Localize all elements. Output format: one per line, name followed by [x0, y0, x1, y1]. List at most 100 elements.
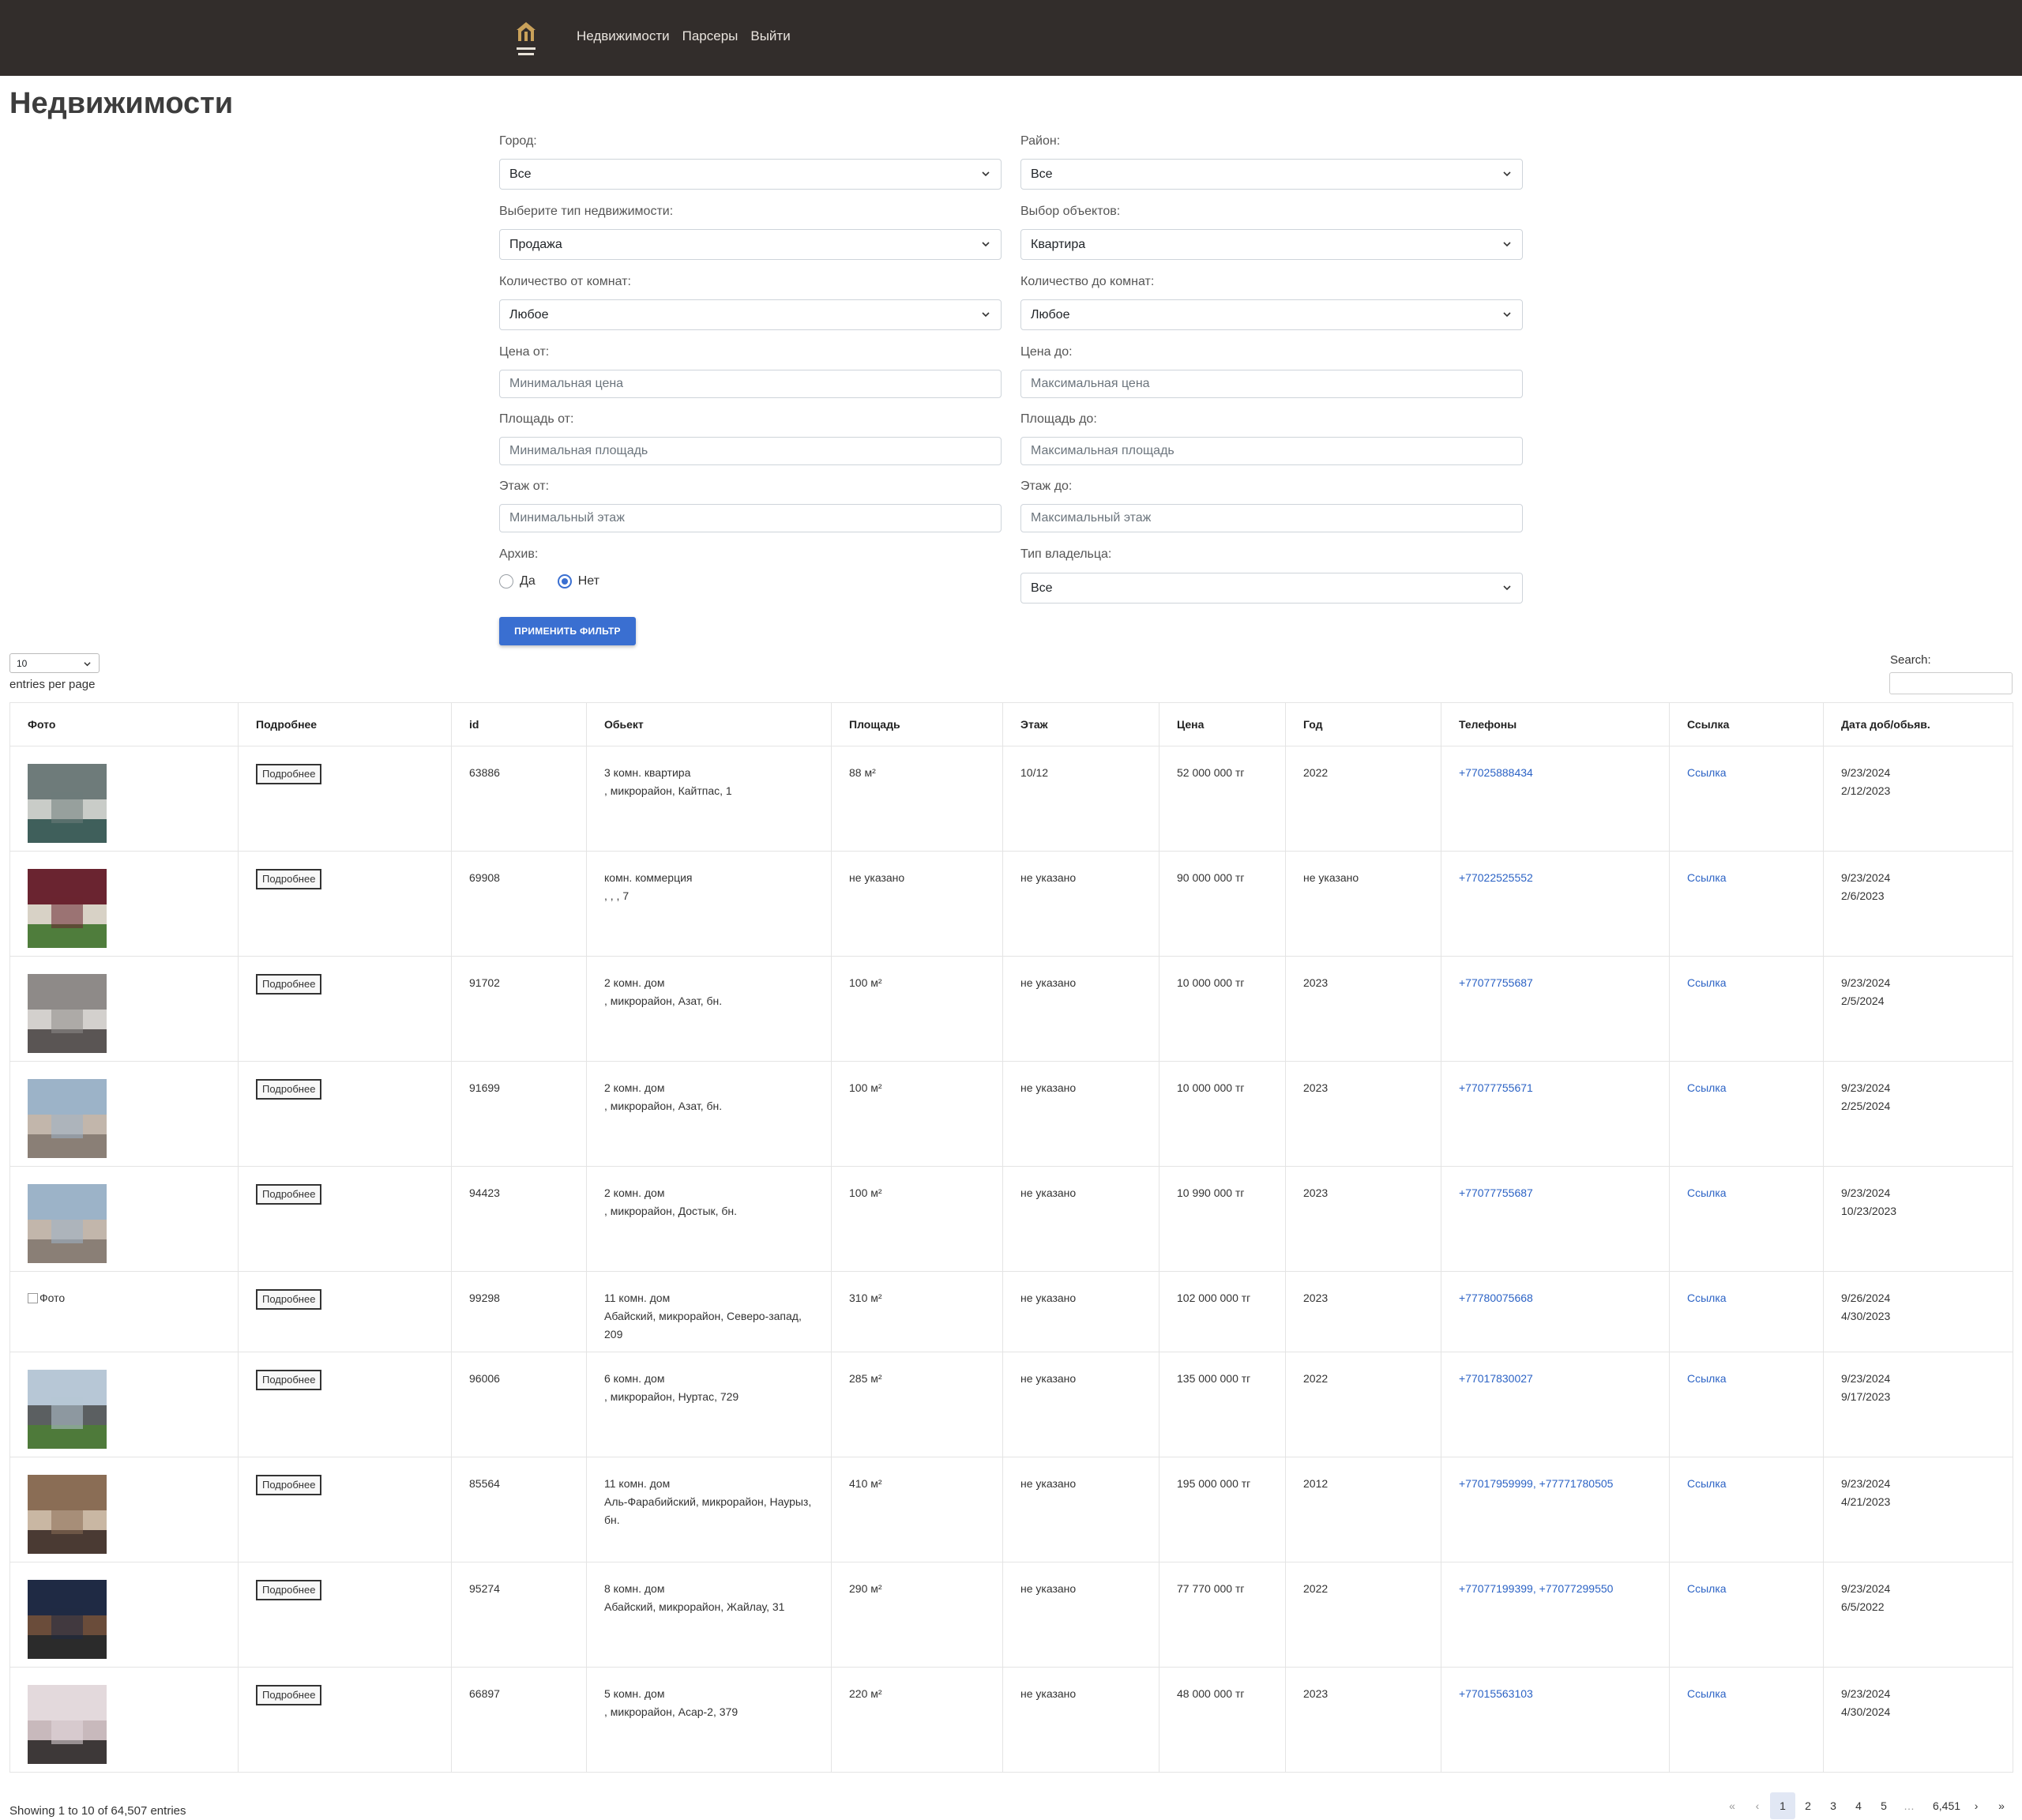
column-header[interactable]: Телефоны: [1441, 702, 1670, 746]
phone-link[interactable]: +77077755687: [1459, 976, 1533, 989]
details-button[interactable]: Подробнее: [256, 1685, 322, 1705]
details-button[interactable]: Подробнее: [256, 1370, 322, 1390]
table-row: Подробнее 95274 8 комн. дом Абайский, микро…: [9, 1562, 2013, 1668]
nav-link-realty[interactable]: Недвижимости: [577, 28, 670, 44]
phone-link[interactable]: +77022525552: [1459, 871, 1533, 884]
first-page-button[interactable]: «: [1719, 1792, 1745, 1819]
details-button[interactable]: Подробнее: [256, 764, 322, 784]
floor-to-label: Этаж до:: [1020, 479, 1073, 493]
phone-link[interactable]: +77077755671: [1459, 1081, 1533, 1094]
floor-cell: не указано: [1002, 1166, 1159, 1272]
property-photo[interactable]: [28, 764, 107, 843]
archive-yes-label: Да: [520, 574, 536, 588]
page-button[interactable]: 6,451: [1930, 1792, 1964, 1819]
details-button[interactable]: Подробнее: [256, 1580, 322, 1600]
archive-yes-radio[interactable]: [499, 574, 513, 588]
phone-link[interactable]: +77077199399: [1459, 1582, 1533, 1595]
listing-link[interactable]: Ссылка: [1687, 1477, 1727, 1490]
area-from-input[interactable]: Минимальная площадь: [499, 437, 1002, 465]
entries-per-page-select[interactable]: 10: [9, 653, 100, 673]
listing-link[interactable]: Ссылка: [1687, 1582, 1727, 1595]
phone-link[interactable]: +77017830027: [1459, 1372, 1533, 1385]
date-added: 9/23/2024: [1841, 1186, 1891, 1199]
column-header[interactable]: id: [451, 702, 587, 746]
listing-link[interactable]: Ссылка: [1687, 976, 1727, 989]
rooms-from-label: Количество от комнат:: [499, 275, 631, 288]
rooms-to-select[interactable]: Любое: [1020, 299, 1523, 330]
property-photo[interactable]: [28, 1370, 107, 1449]
details-button[interactable]: Подробнее: [256, 1079, 322, 1100]
floor-from-input[interactable]: Минимальный этаж: [499, 504, 1002, 532]
phone-link[interactable]: +77077755687: [1459, 1186, 1533, 1199]
column-header[interactable]: Площадь: [831, 702, 1003, 746]
city-select-value: Все: [509, 167, 532, 181]
table-row: Подробнее 63886 3 комн. квартира , микрорай…: [9, 746, 2013, 852]
floor-from-label: Этаж от:: [499, 479, 550, 493]
year-cell: 2023: [1285, 1271, 1441, 1352]
column-header[interactable]: Ссылка: [1669, 702, 1824, 746]
year-cell: 2023: [1285, 1061, 1441, 1167]
nav-link-parsers[interactable]: Парсеры: [682, 28, 739, 44]
floor-to-input[interactable]: Максимальный этаж: [1020, 504, 1523, 532]
column-header[interactable]: Обьект: [586, 702, 832, 746]
last-page-button[interactable]: »: [1989, 1792, 2014, 1819]
page-button[interactable]: 1: [1770, 1792, 1795, 1819]
listing-link[interactable]: Ссылка: [1687, 1372, 1727, 1385]
property-photo[interactable]: [28, 1475, 107, 1554]
phone-link[interactable]: +77780075668: [1459, 1292, 1533, 1304]
details-button[interactable]: Подробнее: [256, 1184, 322, 1205]
price-cell: 52 000 000 тг: [1159, 746, 1286, 852]
link-cell: Ссылка: [1669, 1457, 1824, 1562]
object-select[interactable]: Квартира: [1020, 229, 1523, 260]
listing-link[interactable]: Ссылка: [1687, 1081, 1727, 1094]
column-header[interactable]: Фото: [9, 702, 239, 746]
page-button[interactable]: 4: [1846, 1792, 1871, 1819]
property-photo[interactable]: [28, 1079, 107, 1158]
listing-link[interactable]: Ссылка: [1687, 1186, 1727, 1199]
details-button[interactable]: Подробнее: [256, 1475, 322, 1495]
owner-select[interactable]: Все: [1020, 573, 1523, 604]
page-button[interactable]: 3: [1821, 1792, 1846, 1819]
object-type: 6 комн. дом: [604, 1372, 665, 1385]
column-header[interactable]: Год: [1285, 702, 1441, 746]
listing-link[interactable]: Ссылка: [1687, 766, 1727, 779]
page-button[interactable]: 5: [1871, 1792, 1896, 1819]
property-photo[interactable]: [28, 869, 107, 948]
details-button[interactable]: Подробнее: [256, 869, 322, 889]
property-photo[interactable]: [28, 1685, 107, 1764]
phone-link[interactable]: +77017959999: [1459, 1477, 1533, 1490]
property-photo[interactable]: [28, 974, 107, 1053]
column-header[interactable]: Дата доб/обьяв.: [1823, 702, 2013, 746]
listing-link[interactable]: Ссылка: [1687, 1292, 1727, 1304]
prev-page-button[interactable]: ‹: [1745, 1792, 1770, 1819]
district-select[interactable]: Все: [1020, 159, 1523, 190]
id-cell: 69908: [451, 851, 587, 957]
price-from-input[interactable]: Минимальная цена: [499, 370, 1002, 398]
search-input[interactable]: [1889, 672, 2013, 694]
column-header[interactable]: Подробнее: [238, 702, 452, 746]
phone-link[interactable]: +77025888434: [1459, 766, 1533, 779]
details-button[interactable]: Подробнее: [256, 974, 322, 995]
archive-no-radio[interactable]: [557, 574, 572, 588]
page-button[interactable]: 2: [1795, 1792, 1821, 1819]
nav-link-logout[interactable]: Выйти: [750, 28, 790, 44]
listing-link[interactable]: Ссылка: [1687, 871, 1727, 884]
property-photo[interactable]: [28, 1580, 107, 1659]
rooms-from-select[interactable]: Любое: [499, 299, 1002, 330]
listing-link[interactable]: Ссылка: [1687, 1687, 1727, 1700]
type-select[interactable]: Продажа: [499, 229, 1002, 260]
apply-filter-button[interactable]: ПРИМЕНИТЬ ФИЛЬТР: [499, 617, 636, 645]
city-select[interactable]: Все: [499, 159, 1002, 190]
phone-link[interactable]: +77771780505: [1539, 1477, 1614, 1490]
price-to-input[interactable]: Максимальная цена: [1020, 370, 1523, 398]
phone-link[interactable]: +77015563103: [1459, 1687, 1533, 1700]
column-header[interactable]: Этаж: [1002, 702, 1159, 746]
details-button[interactable]: Подробнее: [256, 1289, 322, 1310]
area-to-input[interactable]: Максимальная площадь: [1020, 437, 1523, 465]
column-header[interactable]: Цена: [1159, 702, 1286, 746]
district-select-value: Все: [1031, 167, 1053, 181]
phone-link[interactable]: +77077299550: [1539, 1582, 1614, 1595]
property-photo[interactable]: [28, 1184, 107, 1263]
brand-logo-icon[interactable]: [512, 21, 540, 62]
next-page-button[interactable]: ›: [1964, 1792, 1989, 1819]
